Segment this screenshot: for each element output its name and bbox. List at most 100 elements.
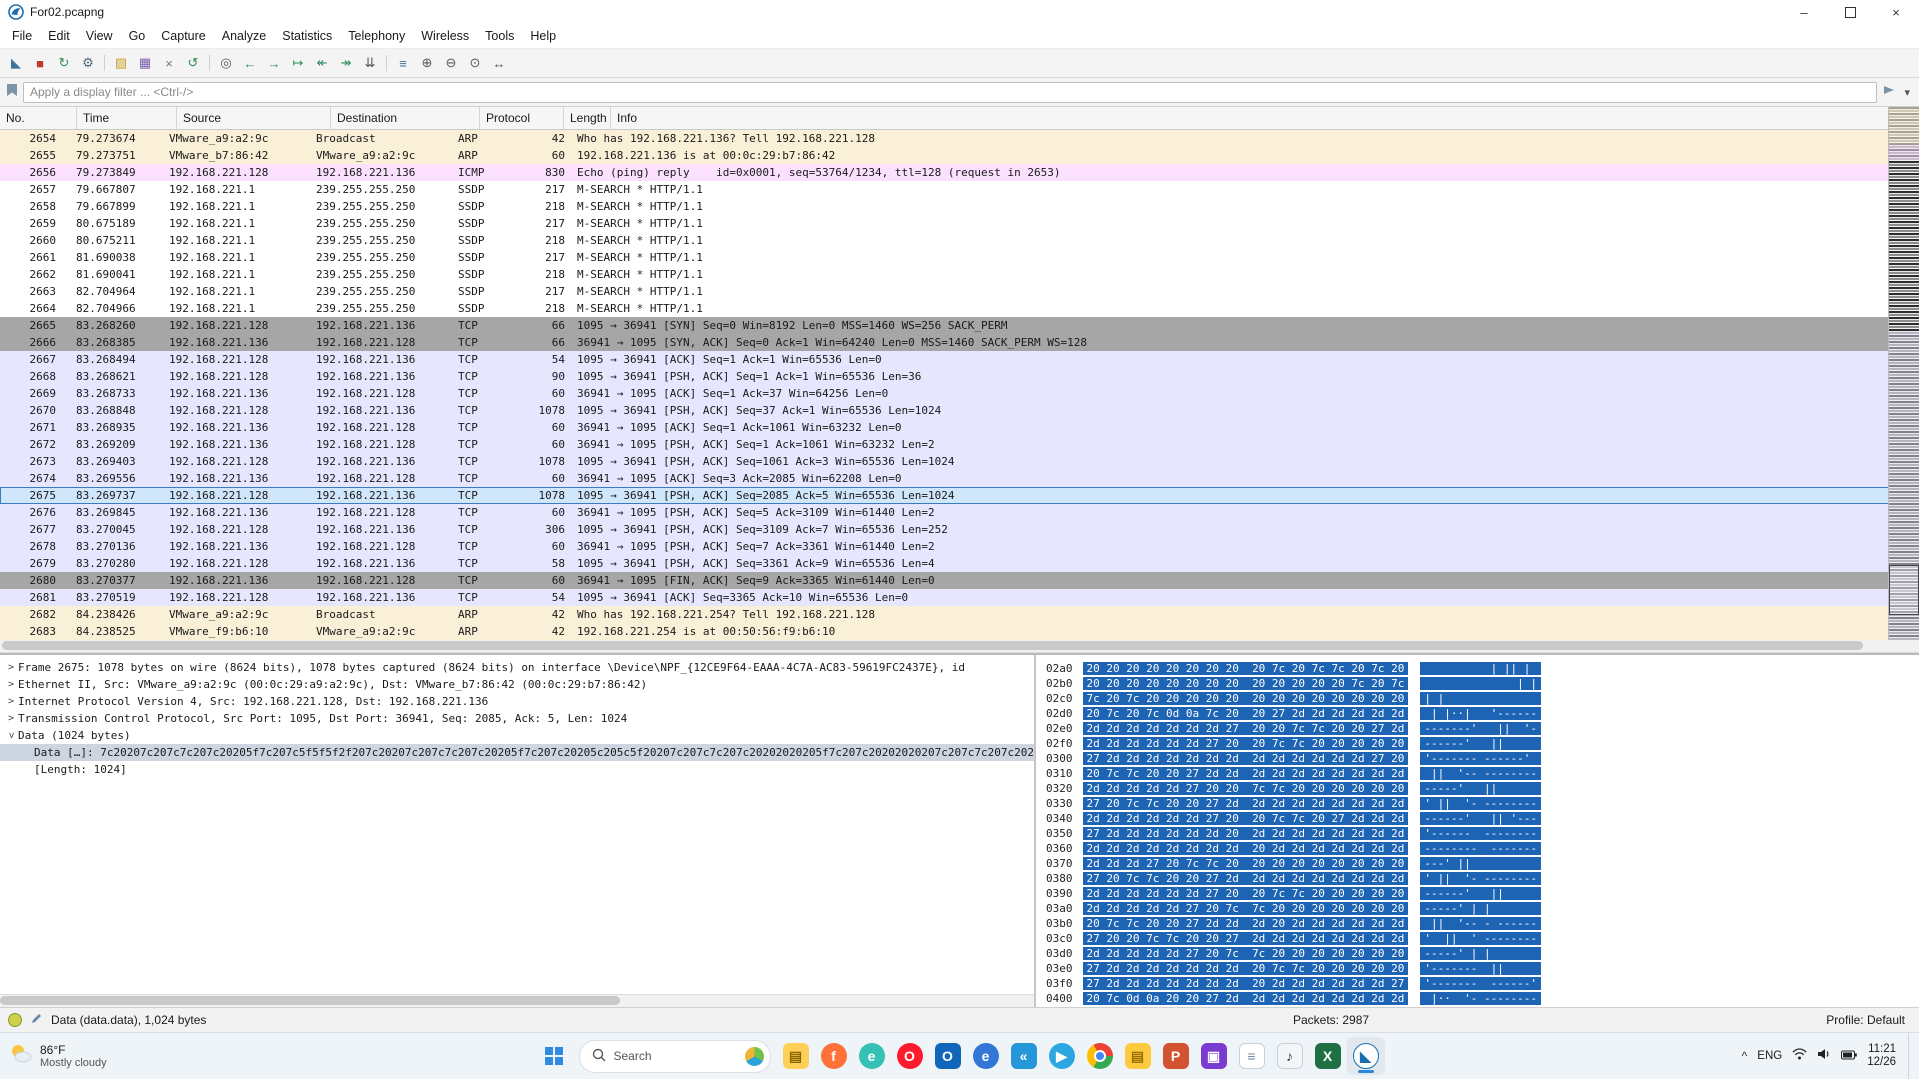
hex-row[interactable]: 03702d 2d 2d 27 20 7c 7c 20 20 20 20 20 … <box>1046 856 1919 871</box>
intelligent-scrollbar[interactable] <box>1888 107 1919 640</box>
expand-icon[interactable]: > <box>4 659 18 676</box>
weather-widget[interactable]: 86°F Mostly cloudy <box>8 1033 107 1079</box>
menu-item-telephony[interactable]: Telephony <box>340 26 413 46</box>
detail-row[interactable]: >Data (1024 bytes) <box>0 727 1034 744</box>
column-header-info[interactable]: Info <box>611 107 1919 129</box>
hex-row[interactable]: 03b020 7c 7c 20 20 27 2d 2d 2d 20 2d 2d … <box>1046 916 1919 931</box>
packet-row[interactable]: 267483.269556192.168.221.136192.168.221.… <box>0 470 1919 487</box>
scrollbar-thumb[interactable] <box>2 641 1863 650</box>
menu-item-tools[interactable]: Tools <box>477 26 522 46</box>
scrollbar-thumb[interactable] <box>0 996 620 1005</box>
packet-row[interactable]: 266883.268621192.168.221.128192.168.221.… <box>0 368 1919 385</box>
hex-row[interactable]: 033027 20 7c 7c 20 20 27 2d 2d 2d 2d 2d … <box>1046 796 1919 811</box>
menu-item-capture[interactable]: Capture <box>153 26 213 46</box>
packet-row[interactable]: 265479.273674VMware_a9:a2:9cBroadcastARP… <box>0 130 1919 147</box>
column-header-source[interactable]: Source <box>177 107 331 129</box>
packet-row[interactable]: 268083.270377192.168.221.136192.168.221.… <box>0 572 1919 589</box>
language-indicator[interactable]: ENG <box>1757 1050 1782 1062</box>
hex-row[interactable]: 02d020 7c 20 7c 0d 0a 7c 20 20 27 2d 2d … <box>1046 706 1919 721</box>
menu-item-analyze[interactable]: Analyze <box>214 26 274 46</box>
packet-row[interactable]: 268384.238525VMware_f9:b6:10VMware_a9:a2… <box>0 623 1919 640</box>
packet-row[interactable]: 267683.269845192.168.221.136192.168.221.… <box>0 504 1919 521</box>
packet-row[interactable]: 267583.269737192.168.221.128192.168.221.… <box>0 487 1919 504</box>
hex-row[interactable]: 03202d 2d 2d 2d 2d 27 20 20 7c 7c 20 20 … <box>1046 781 1919 796</box>
filter-bookmark-icon[interactable] <box>6 83 18 102</box>
chrome-icon[interactable] <box>1081 1037 1119 1075</box>
maximize-button[interactable] <box>1827 0 1873 24</box>
volume-icon[interactable] <box>1817 1047 1831 1065</box>
hex-row[interactable]: 03e027 2d 2d 2d 2d 2d 2d 2d 20 7c 7c 20 … <box>1046 961 1919 976</box>
detail-row[interactable]: Data […]: 7c20207c207c7c207c20205f7c207c… <box>0 744 1034 761</box>
filter-apply-icon[interactable] <box>1882 83 1896 101</box>
detail-row[interactable]: [Length: 1024] <box>0 761 1034 778</box>
scrollbar-view-indicator[interactable] <box>1889 565 1919 615</box>
column-header-length[interactable]: Length <box>564 107 611 129</box>
expand-icon[interactable]: > <box>3 729 20 743</box>
hex-row[interactable]: 038027 20 7c 7c 20 20 27 2d 2d 2d 2d 2d … <box>1046 871 1919 886</box>
column-header-time[interactable]: Time <box>77 107 177 129</box>
menu-item-view[interactable]: View <box>78 26 121 46</box>
packet-row[interactable]: 266583.268260192.168.221.128192.168.221.… <box>0 317 1919 334</box>
hex-row[interactable]: 035027 2d 2d 2d 2d 2d 2d 20 2d 2d 2d 2d … <box>1046 826 1919 841</box>
start-button[interactable] <box>535 1037 573 1075</box>
hex-row[interactable]: 031020 7c 7c 20 20 27 2d 2d 2d 2d 2d 2d … <box>1046 766 1919 781</box>
expert-info-icon[interactable] <box>8 1013 22 1027</box>
go-back-icon[interactable]: ← <box>239 52 261 74</box>
firefox-icon[interactable]: f <box>815 1037 853 1075</box>
packet-row[interactable]: 265679.273849192.168.221.128192.168.221.… <box>0 164 1919 181</box>
tray-chevron-icon[interactable]: ^ <box>1742 1049 1748 1063</box>
packet-row[interactable]: 266080.675211192.168.221.1239.255.255.25… <box>0 232 1919 249</box>
filter-dropdown-icon[interactable]: ▾ <box>1901 86 1913 99</box>
packet-row[interactable]: 267883.270136192.168.221.136192.168.221.… <box>0 538 1919 555</box>
edge-icon[interactable]: e <box>853 1037 891 1075</box>
auto-scroll-icon[interactable]: ⇊ <box>359 52 381 74</box>
notepad-icon[interactable]: ≡ <box>1233 1037 1271 1075</box>
detail-row[interactable]: >Frame 2675: 1078 bytes on wire (8624 bi… <box>0 659 1034 676</box>
wireshark-icon[interactable]: ◣ <box>1347 1037 1385 1075</box>
hex-row[interactable]: 03d02d 2d 2d 2d 2d 27 20 7c 7c 20 20 20 … <box>1046 946 1919 961</box>
photos-icon[interactable]: ▣ <box>1195 1037 1233 1075</box>
detail-row[interactable]: >Internet Protocol Version 4, Src: 192.1… <box>0 693 1034 710</box>
packet-row[interactable]: 266382.704964192.168.221.1239.255.255.25… <box>0 283 1919 300</box>
detail-row[interactable]: >Transmission Control Protocol, Src Port… <box>0 710 1034 727</box>
packet-row[interactable]: 265779.667807192.168.221.1239.255.255.25… <box>0 181 1919 198</box>
menu-item-help[interactable]: Help <box>522 26 564 46</box>
packet-list-horizontal-scrollbar[interactable] <box>0 640 1919 653</box>
battery-icon[interactable] <box>1841 1047 1857 1065</box>
open-file-icon[interactable]: ▨ <box>110 52 132 74</box>
column-header-protocol[interactable]: Protocol <box>480 107 564 129</box>
search-daily-image[interactable] <box>745 1047 764 1066</box>
menu-item-go[interactable]: Go <box>121 26 154 46</box>
menu-item-wireless[interactable]: Wireless <box>413 26 477 46</box>
packet-row[interactable]: 265980.675189192.168.221.1239.255.255.25… <box>0 215 1919 232</box>
hex-row[interactable]: 02a020 20 20 20 20 20 20 20 20 7c 20 7c … <box>1046 661 1919 676</box>
packet-row[interactable]: 267383.269403192.168.221.128192.168.221.… <box>0 453 1919 470</box>
column-header-destination[interactable]: Destination <box>331 107 480 129</box>
column-header-no[interactable]: No. <box>0 107 77 129</box>
outlook-icon[interactable]: O <box>929 1037 967 1075</box>
packet-row[interactable]: 267183.268935192.168.221.136192.168.221.… <box>0 419 1919 436</box>
hex-row[interactable]: 02b020 20 20 20 20 20 20 20 20 20 20 20 … <box>1046 676 1919 691</box>
minimize-button[interactable]: – <box>1781 0 1827 24</box>
close-file-icon[interactable]: × <box>158 52 180 74</box>
go-to-packet-icon[interactable]: ↦ <box>287 52 309 74</box>
packet-row[interactable]: 267083.268848192.168.221.128192.168.221.… <box>0 402 1919 419</box>
packet-row[interactable]: 266683.268385192.168.221.136192.168.221.… <box>0 334 1919 351</box>
packet-row[interactable]: 268284.238426VMware_a9:a2:9cBroadcastARP… <box>0 606 1919 623</box>
go-forward-icon[interactable]: → <box>263 52 285 74</box>
colorize-icon[interactable]: ≡ <box>392 52 414 74</box>
packet-row[interactable]: 267783.270045192.168.221.128192.168.221.… <box>0 521 1919 538</box>
taskbar-clock[interactable]: 11:21 12/26 <box>1867 1043 1896 1069</box>
go-last-icon[interactable]: ↠ <box>335 52 357 74</box>
excel-icon[interactable]: X <box>1309 1037 1347 1075</box>
packet-row[interactable]: 266482.704966192.168.221.1239.255.255.25… <box>0 300 1919 317</box>
hex-row[interactable]: 03902d 2d 2d 2d 2d 2d 27 20 20 7c 7c 20 … <box>1046 886 1919 901</box>
packet-row[interactable]: 267983.270280192.168.221.128192.168.221.… <box>0 555 1919 572</box>
zoom-reset-icon[interactable]: ⊙ <box>464 52 486 74</box>
hex-row[interactable]: 03602d 2d 2d 2d 2d 2d 2d 2d 20 2d 2d 2d … <box>1046 841 1919 856</box>
taskbar-search[interactable]: Search <box>579 1040 771 1073</box>
hex-row[interactable]: 040020 7c 0d 0a 20 20 27 2d 2d 2d 2d 2d … <box>1046 991 1919 1006</box>
vscode-icon[interactable]: « <box>1005 1037 1043 1075</box>
restart-capture-icon[interactable]: ↻ <box>53 52 75 74</box>
stop-capture-icon[interactable]: ■ <box>29 52 51 74</box>
